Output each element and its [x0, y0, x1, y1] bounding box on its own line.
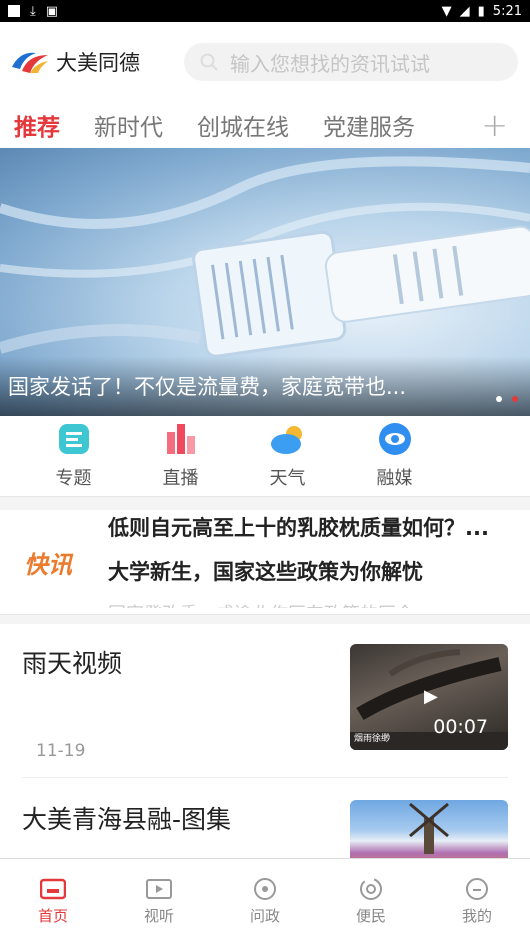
flash-news-ticker[interactable]: 快讯 低则自元高至上十的乳胶枕质量如何？... 大学新生，国家这些政策为你解忧 …	[0, 510, 530, 614]
topic-icon	[58, 424, 89, 454]
tab-new-era[interactable]: 新时代	[94, 108, 163, 142]
search-placeholder: 输入您想找的资讯试试	[230, 51, 430, 76]
tab-party-service[interactable]: 党建服务	[323, 108, 415, 142]
status-bar: ⤓ ▣ ▼ ◢ ▮ 5:21	[0, 0, 530, 22]
tab-label: 首页	[37, 907, 68, 925]
notification-icon	[8, 5, 20, 17]
news-date: 11-19	[36, 741, 86, 761]
carousel-dot	[496, 396, 502, 402]
news-card[interactable]: 大美青海县融-图集	[22, 778, 508, 868]
quick-links: 专题 直播 天气 融媒	[0, 416, 530, 496]
thumb-caption: 烟雨徐缈	[354, 734, 391, 744]
media-icon	[378, 423, 411, 455]
tab-recommend[interactable]: 推荐	[14, 108, 60, 142]
tab-label: 视听	[143, 907, 174, 925]
question-icon	[254, 878, 276, 900]
tab-video[interactable]: 视听	[106, 859, 212, 942]
quick-link-label: 天气	[269, 468, 306, 489]
app-notification-icon: ▣	[45, 3, 59, 19]
app-name: 大美同德	[56, 51, 140, 75]
news-card[interactable]: 雨天视频 11-19 ▶ 烟雨徐缈 00:07	[22, 624, 508, 778]
section-divider	[0, 614, 530, 624]
tab-mine[interactable]: 我的	[424, 859, 530, 942]
signal-icon: ◢	[459, 3, 470, 19]
search-icon	[200, 53, 218, 71]
app-header: 大美同德 输入您想找的资讯试试	[0, 22, 530, 102]
add-channel-icon[interactable]: +	[481, 106, 508, 144]
news-list: 雨天视频 11-19 ▶ 烟雨徐缈 00:07 大美青海县融-图集	[0, 624, 530, 868]
bottom-tab-bar: 首页 视听 问政 便民 我的	[0, 858, 530, 942]
logo-icon	[12, 52, 48, 73]
search-bar[interactable]: 输入您想找的资讯试试	[184, 43, 518, 81]
quick-link-label: 直播	[162, 468, 199, 489]
banner-title: 国家发话了！不仅是流量费，家庭宽带也...	[8, 375, 407, 399]
video-thumbnail[interactable]: ▶ 烟雨徐缈 00:07	[350, 644, 508, 750]
profile-icon	[466, 878, 488, 900]
tab-politics[interactable]: 问政	[212, 859, 318, 942]
weather-icon	[270, 426, 302, 454]
banner-carousel[interactable]: 国家发话了！不仅是流量费，家庭宽带也...	[0, 148, 530, 416]
quick-link-weather[interactable]: 天气	[234, 416, 341, 496]
carousel-indicator	[496, 396, 518, 402]
quick-link-topic[interactable]: 专题	[20, 416, 127, 496]
download-icon: ⤓	[30, 3, 36, 19]
tab-home[interactable]: 首页	[0, 859, 106, 942]
channel-tabs: 推荐 新时代 创城在线 党建服务 +	[0, 102, 530, 148]
tab-label: 我的	[461, 907, 492, 925]
quick-link-label: 融媒	[376, 468, 413, 489]
play-icon[interactable]: ▶	[424, 686, 438, 707]
tab-city-online[interactable]: 创城在线	[197, 108, 289, 142]
flash-tag: 快讯	[24, 550, 72, 579]
app-logo[interactable]: 大美同德	[10, 47, 140, 77]
battery-icon: ▮	[477, 3, 485, 19]
flash-item[interactable]: 国家発改委：成渝北作区东政策的区今	[108, 600, 489, 608]
quick-link-label: 专题	[55, 468, 92, 489]
home-icon	[40, 878, 66, 900]
tab-label: 便民	[355, 907, 386, 925]
services-icon	[360, 878, 382, 900]
carousel-dot-active	[512, 396, 518, 402]
flash-item[interactable]: 大学新生，国家这些政策为你解忧	[108, 556, 489, 586]
section-divider	[0, 496, 530, 510]
quick-link-media[interactable]: 融媒	[341, 416, 448, 496]
news-title: 雨天视频	[22, 649, 123, 678]
video-duration: 00:07	[433, 716, 488, 738]
banner-caption: 国家发话了！不仅是流量费，家庭宽带也...	[0, 356, 530, 416]
wifi-icon: ▼	[441, 3, 452, 19]
quick-link-live[interactable]: 直播	[127, 416, 234, 496]
tab-label: 问政	[249, 907, 280, 925]
status-time: 5:21	[492, 3, 522, 19]
live-icon	[166, 424, 195, 454]
tab-services[interactable]: 便民	[318, 859, 424, 942]
video-icon	[146, 879, 172, 899]
flash-item[interactable]: 低则自元高至上十的乳胶枕质量如何？...	[108, 512, 489, 542]
news-title: 大美青海县融-图集	[22, 805, 232, 834]
